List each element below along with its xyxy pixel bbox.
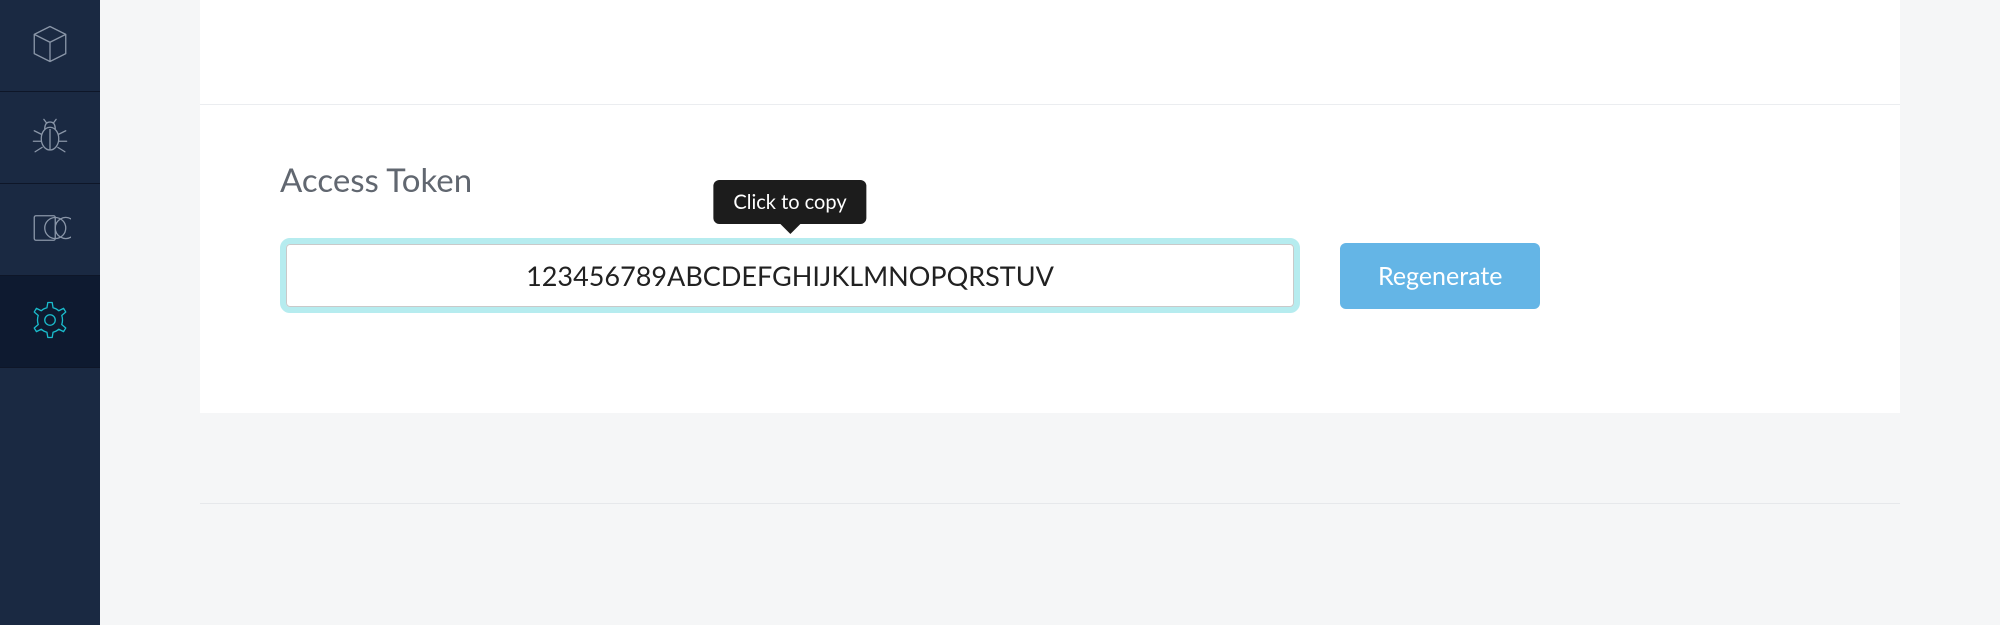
token-input[interactable]: [286, 244, 1294, 307]
access-token-card: Access Token Click to copy Regenerate: [200, 105, 1900, 413]
previous-card-fragment: [200, 0, 1900, 105]
sidebar-nav: [0, 0, 100, 625]
box-icon: [29, 23, 71, 69]
overlap-icon: [29, 207, 71, 253]
divider: [200, 503, 1900, 504]
bug-icon: [29, 115, 71, 161]
regenerate-button[interactable]: Regenerate: [1340, 243, 1540, 309]
sidebar-item-overlap[interactable]: [0, 184, 100, 276]
section-title: Access Token: [280, 160, 1820, 200]
sidebar-item-settings[interactable]: [0, 276, 100, 368]
token-row: Click to copy Regenerate: [280, 238, 1820, 313]
token-field: Click to copy: [280, 238, 1300, 313]
sidebar-item-box[interactable]: [0, 0, 100, 92]
gear-icon: [29, 299, 71, 345]
copy-tooltip: Click to copy: [713, 180, 866, 224]
main-content: Access Token Click to copy Regenerate: [100, 0, 2000, 625]
sidebar-item-bug[interactable]: [0, 92, 100, 184]
token-input-wrapper: [280, 238, 1300, 313]
